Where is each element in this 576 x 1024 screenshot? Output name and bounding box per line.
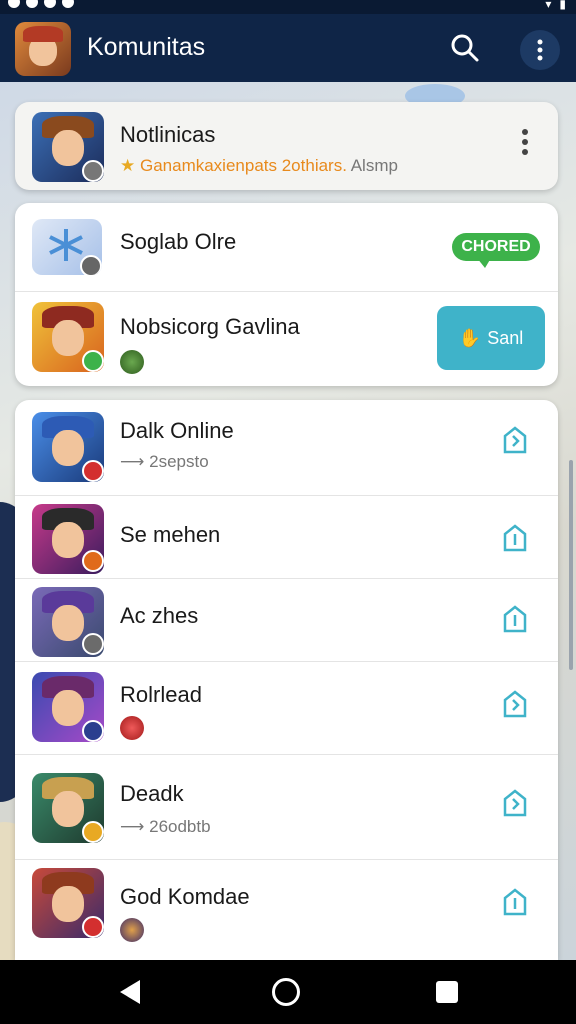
status-badge: [82, 350, 104, 372]
game-title: Deadk: [120, 781, 184, 806]
battery-icon: ▮: [559, 0, 566, 11]
status-notification-icons: [8, 0, 74, 8]
list-item[interactable]: Dalk Online ⟶ 2sepsto: [15, 400, 558, 495]
game-title: Ac zhes: [120, 603, 199, 628]
list-item[interactable]: God Komdae: [15, 860, 558, 960]
status-badge: [80, 255, 102, 275]
search-button[interactable]: [447, 30, 483, 66]
status-badge: [82, 821, 104, 843]
system-nav-bar: [0, 960, 576, 1024]
overflow-menu-button[interactable]: [520, 30, 560, 70]
game-title: Se mehen: [120, 522, 221, 547]
game-icon: [120, 918, 144, 942]
share-icon[interactable]: [499, 424, 531, 456]
notification-dot-icon: [62, 0, 74, 8]
avatar: [32, 412, 104, 482]
game-title: Rolrlead: [120, 682, 202, 707]
share-icon[interactable]: [499, 688, 531, 720]
notification-dot-icon: [8, 0, 20, 8]
back-icon[interactable]: [118, 978, 142, 1006]
avatar: [32, 587, 104, 657]
notification-dot-icon: [44, 0, 56, 8]
avatar: [32, 112, 104, 182]
status-badge: [82, 720, 104, 742]
avatar: [32, 504, 104, 574]
avatar: [32, 302, 104, 372]
page-title: Komunitas: [87, 33, 206, 61]
share-icon[interactable]: [499, 787, 531, 819]
list-item[interactable]: Soglab Olre CHORED: [15, 203, 558, 291]
home-icon[interactable]: [272, 978, 300, 1006]
more-vertical-icon[interactable]: [521, 128, 529, 156]
group-title: Soglab Olre: [120, 229, 237, 254]
avatar: [32, 219, 102, 275]
notification-title: Notlinicas: [120, 122, 216, 147]
scrollbar[interactable]: [569, 460, 573, 670]
star-icon: ★: [120, 156, 136, 175]
game-icon: [120, 350, 144, 374]
avatar: [32, 672, 104, 742]
arrow-icon: ⟶: [120, 817, 150, 836]
send-button[interactable]: ✋ Sanl: [437, 306, 545, 370]
game-icon: [120, 716, 144, 740]
status-badge: CHORED: [452, 233, 540, 261]
list-item[interactable]: Rolrlead: [15, 662, 558, 754]
game-title: Dalk Online: [120, 418, 234, 443]
wifi-icon: ▾: [545, 0, 552, 11]
arrow-icon: ⟶: [120, 452, 150, 471]
game-list: Dalk Online ⟶ 2sepsto Se mehen Ac zhes R…: [15, 400, 558, 960]
status-badge: [82, 633, 104, 655]
status-badge: [82, 550, 104, 572]
notification-dot-icon: [26, 0, 38, 8]
share-icon[interactable]: [499, 522, 531, 554]
status-badge: [82, 460, 104, 482]
status-system-icons: ▾ ▮: [545, 0, 566, 11]
game-subtitle: ⟶ 2sepsto: [120, 452, 209, 471]
notification-subtitle: ★ Ganamkaxienpats 2othiars. Alsmp: [120, 156, 398, 175]
thumbs-icon: ✋: [458, 327, 482, 348]
snowflake-icon: [49, 229, 83, 261]
more-vertical-icon: [537, 39, 543, 61]
share-icon[interactable]: [499, 886, 531, 918]
app-logo: [15, 22, 71, 76]
avatar: [32, 868, 104, 938]
group-title: Nobsicorg Gavlina: [120, 314, 300, 339]
list-item[interactable]: Se mehen: [15, 496, 558, 578]
status-badge: [82, 916, 104, 938]
recent-apps-icon[interactable]: [436, 981, 458, 1003]
list-item[interactable]: Deadk ⟶ 26odbtb: [15, 755, 558, 859]
game-subtitle: ⟶ 26odbtb: [120, 817, 211, 836]
app-bar: Komunitas: [0, 14, 576, 82]
game-title: God Komdae: [120, 884, 250, 909]
status-bar: ▾ ▮: [0, 0, 576, 14]
list-item[interactable]: Ac zhes: [15, 579, 558, 661]
group-card: Soglab Olre CHORED Nobsicorg Gavlina ✋ S…: [15, 203, 558, 386]
notification-card[interactable]: Notlinicas ★ Ganamkaxienpats 2othiars. A…: [15, 102, 558, 190]
status-badge: [82, 160, 104, 182]
search-icon: [451, 34, 479, 62]
avatar: [32, 773, 104, 843]
share-icon[interactable]: [499, 603, 531, 635]
